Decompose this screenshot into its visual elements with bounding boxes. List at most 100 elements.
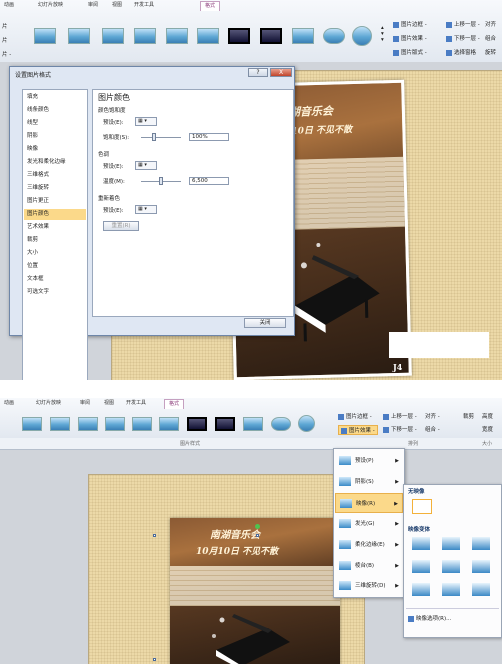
reflection-variant[interactable] <box>412 537 430 550</box>
tab-format[interactable]: 格式 <box>200 1 221 11</box>
style-thumb[interactable] <box>187 417 207 431</box>
saturation-slider[interactable] <box>141 137 181 138</box>
saturation-preset-dropdown[interactable]: ▦ ▾ <box>135 117 157 126</box>
tab-review[interactable]: 审阅 <box>80 399 90 408</box>
category-3d-format[interactable]: 三维格式 <box>24 170 86 181</box>
selection-pane-button[interactable]: 选择窗格 <box>446 48 476 56</box>
style-thumb[interactable] <box>159 417 179 431</box>
help-button[interactable]: ? <box>248 68 268 77</box>
group-button[interactable]: 组合 <box>485 34 496 42</box>
category-reflection[interactable]: 映像 <box>24 144 86 155</box>
style-thumb[interactable] <box>132 417 152 431</box>
picture-effects-button[interactable]: 图片效果 - <box>393 34 427 42</box>
resize-handle[interactable] <box>153 534 156 537</box>
effect-3d-rotation[interactable]: 三维旋转(D) ▶ <box>335 576 403 596</box>
tab-format[interactable]: 格式 <box>164 399 185 409</box>
style-thumb[interactable] <box>228 28 250 44</box>
style-thumb[interactable] <box>292 28 314 44</box>
style-thumb[interactable] <box>323 28 345 44</box>
tab-slideshow[interactable]: 幻灯片放映 <box>36 399 61 408</box>
category-size[interactable]: 大小 <box>24 248 86 259</box>
style-thumb[interactable] <box>215 417 235 431</box>
rotate-handle[interactable] <box>255 524 260 529</box>
style-thumb[interactable] <box>260 28 282 44</box>
no-reflection-option[interactable] <box>412 499 432 514</box>
reflection-variant[interactable] <box>472 537 490 550</box>
style-thumb[interactable] <box>105 417 125 431</box>
gallery-scroll-arrows[interactable]: ▴ ▾ ▾ <box>381 25 384 43</box>
category-line-style[interactable]: 线型 <box>24 118 86 129</box>
tab-view[interactable]: 视图 <box>104 399 114 408</box>
style-thumb[interactable] <box>78 417 98 431</box>
category-picture-color[interactable]: 图片颜色 <box>24 209 86 220</box>
category-line-color[interactable]: 线条颜色 <box>24 105 86 116</box>
temperature-slider-thumb[interactable] <box>159 177 163 185</box>
reflection-variant[interactable] <box>442 560 460 573</box>
picture-border-button[interactable]: 图片边框 - <box>393 20 427 28</box>
recolor-preset-dropdown[interactable]: ▦ ▾ <box>135 205 157 214</box>
effect-bevel[interactable]: 棱台(B) ▶ <box>335 556 403 576</box>
style-thumb[interactable] <box>34 28 56 44</box>
tab-animations[interactable]: 动画 <box>4 399 14 408</box>
style-thumb[interactable] <box>197 28 219 44</box>
send-backward-button[interactable]: 下移一层 - <box>446 34 480 42</box>
style-thumb[interactable] <box>352 26 372 46</box>
style-thumb[interactable] <box>166 28 188 44</box>
rotate-button[interactable]: 旋转 <box>485 48 496 56</box>
close-button[interactable]: 关闭 <box>244 318 286 328</box>
style-thumb[interactable] <box>102 28 124 44</box>
crop-button[interactable]: 裁剪 <box>463 412 474 420</box>
reflection-variant[interactable] <box>472 583 490 596</box>
category-crop[interactable]: 裁剪 <box>24 235 86 246</box>
resize-handle[interactable] <box>153 658 156 661</box>
style-thumb[interactable] <box>50 417 70 431</box>
style-thumb[interactable] <box>243 417 263 431</box>
tab-view[interactable]: 视图 <box>112 1 122 10</box>
category-artistic-effects[interactable]: 艺术效果 <box>24 222 86 233</box>
resize-handle[interactable] <box>256 534 259 537</box>
tab-developer[interactable]: 开发工具 <box>126 399 146 408</box>
effect-soft-edges[interactable]: 柔化边缘(E) ▶ <box>335 535 403 555</box>
style-thumb[interactable] <box>134 28 156 44</box>
tab-slideshow[interactable]: 幻灯片放映 <box>38 1 63 10</box>
reflection-variant[interactable] <box>472 560 490 573</box>
effect-reflection[interactable]: 映像(R) ▶ <box>335 493 403 513</box>
style-thumb[interactable] <box>68 28 90 44</box>
picture-effects-button[interactable]: 图片效果 - <box>338 425 378 435</box>
reflection-variant[interactable] <box>442 583 460 596</box>
style-thumb[interactable] <box>271 417 291 431</box>
category-picture-corrections[interactable]: 图片更正 <box>24 196 86 207</box>
send-backward-button[interactable]: 下移一层 - <box>383 425 417 433</box>
category-fill[interactable]: 填充 <box>24 92 86 103</box>
saturation-slider-thumb[interactable] <box>152 133 157 141</box>
reset-button[interactable]: 重置(R) <box>103 221 139 231</box>
bring-forward-button[interactable]: 上移一层 - <box>383 412 417 420</box>
category-glow-soft-edges[interactable]: 发光和柔化边缘 <box>24 157 86 168</box>
effect-shadow[interactable]: 阴影(S) ▶ <box>335 472 403 492</box>
reflection-variant[interactable] <box>412 583 430 596</box>
effect-preset[interactable]: 预设(P) ▶ <box>335 451 403 471</box>
tab-animations[interactable]: 动画 <box>4 1 14 10</box>
picture-border-button[interactable]: 图片边框 - <box>338 412 372 420</box>
style-thumb[interactable] <box>22 417 42 431</box>
dialog-close-x[interactable]: X <box>270 68 292 77</box>
poster-image[interactable]: 南湖音乐会 10月10日 不见不散 <box>170 518 340 664</box>
temperature-value-field[interactable]: 6,500 <box>189 177 229 185</box>
reflection-variant[interactable] <box>412 560 430 573</box>
style-thumb[interactable] <box>298 415 315 432</box>
align-button[interactable]: 对齐 <box>485 20 496 28</box>
tab-review[interactable]: 审阅 <box>88 1 98 10</box>
reflection-options-link[interactable]: 映像选项(R)... <box>408 614 451 622</box>
bring-forward-button[interactable]: 上移一层 - <box>446 20 480 28</box>
saturation-value-field[interactable]: 100% <box>189 133 229 141</box>
tab-developer[interactable]: 开发工具 <box>134 1 154 10</box>
category-position[interactable]: 位置 <box>24 261 86 272</box>
picture-layout-button[interactable]: 图片版式 - <box>393 48 427 56</box>
tone-preset-dropdown[interactable]: ▦ ▾ <box>135 161 157 170</box>
group-button[interactable]: 组合 - <box>425 425 440 433</box>
align-button[interactable]: 对齐 - <box>425 412 440 420</box>
category-3d-rotation[interactable]: 三维旋转 <box>24 183 86 194</box>
category-alt-text[interactable]: 可选文字 <box>24 287 86 298</box>
effect-glow[interactable]: 发光(G) ▶ <box>335 514 403 534</box>
reflection-variant[interactable] <box>442 537 460 550</box>
